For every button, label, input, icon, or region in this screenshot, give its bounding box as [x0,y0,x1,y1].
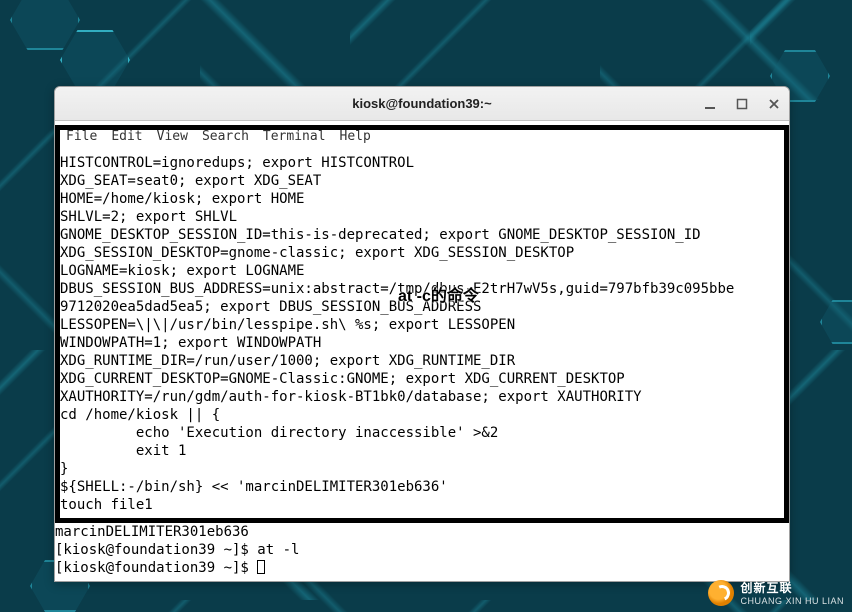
window-titlebar[interactable]: kiosk@foundation39:~ [55,87,789,121]
menubar: File Edit View Search Terminal Help [60,126,784,146]
close-button[interactable] [767,97,781,111]
terminal-output-inner: HISTCONTROL=ignoredups; export HISTCONTR… [60,154,784,518]
brand-logo-icon [708,580,734,606]
menu-search[interactable]: Search [202,128,249,146]
watermark-brand: 创新互联 CHUANG XIN HU LIAN [708,579,844,606]
embedded-screenshot-frame: File Edit View Search Terminal Help HIST… [55,125,789,523]
window-title: kiosk@foundation39:~ [352,96,491,111]
terminal-cursor [257,560,265,574]
terminal-output-outer: marcinDELIMITER301eb636 [kiosk@foundatio… [55,523,789,581]
menu-edit[interactable]: Edit [111,128,142,146]
maximize-button[interactable] [735,97,749,111]
menu-terminal[interactable]: Terminal [263,128,326,146]
menu-view[interactable]: View [157,128,188,146]
window-controls [703,87,781,120]
terminal-window: kiosk@foundation39:~ File Edit View Sear… [54,86,790,582]
brand-line1: 创新互联 [740,579,844,596]
menu-help[interactable]: Help [340,128,371,146]
menu-file[interactable]: File [66,128,97,146]
brand-line2: CHUANG XIN HU LIAN [740,596,844,606]
terminal-body[interactable]: File Edit View Search Terminal Help HIST… [55,121,789,581]
minimize-button[interactable] [703,97,717,111]
